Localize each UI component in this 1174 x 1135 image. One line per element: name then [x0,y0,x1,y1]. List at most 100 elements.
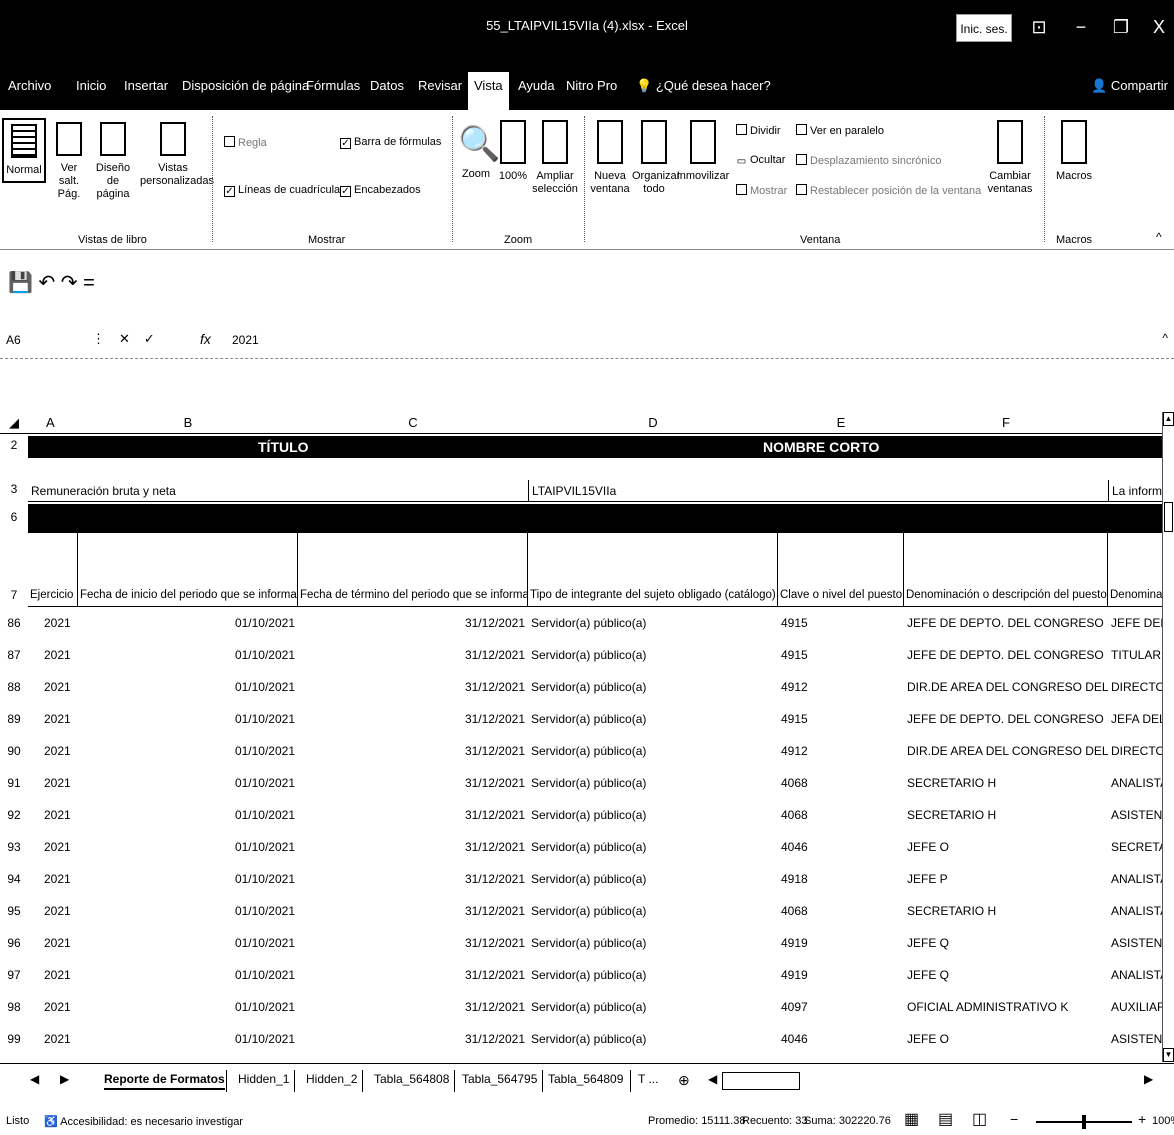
cell-denominacion-cargo[interactable]: ASISTENT [1108,936,1162,950]
cell-clave-nivel[interactable]: 4919 [778,968,904,982]
page-break-status-icon[interactable]: ◫ [972,1109,987,1129]
cell-tipo-integrante[interactable]: Servidor(a) público(a) [528,808,778,822]
header-fecha-inicio[interactable]: Fecha de inicio del periodo que se infor… [78,532,298,606]
cell-denominacion-puesto[interactable]: SECRETARIO H [904,808,1108,822]
minimize-button[interactable]: − [1066,12,1096,42]
next-sheet-icon[interactable]: ▶ [60,1072,69,1086]
cell-fecha-inicio[interactable]: 01/10/2021 [78,936,298,950]
cell-fecha-inicio[interactable]: 01/10/2021 [78,808,298,822]
cell-ejercicio[interactable]: 2021 [28,712,78,726]
cell-fecha-termino[interactable]: 31/12/2021 [298,616,528,630]
enter-icon[interactable]: ✓ [144,331,169,346]
cell-denominacion-cargo[interactable]: ANALISTA [1108,776,1162,790]
cell-tipo-integrante[interactable]: Servidor(a) público(a) [528,840,778,854]
formula-bar-checkbox[interactable]: ✓ Barra de fórmulas [340,136,441,149]
zoom-100-button[interactable]: 100% [496,120,530,183]
formula-input[interactable]: 2021 [232,333,259,347]
cell-denominacion-cargo[interactable]: DIRECTOR [1108,744,1162,758]
restore-button[interactable]: ❐ [1106,12,1136,42]
cell-denominacion-cargo[interactable]: ASISTENT [1108,808,1162,822]
cell-clave-nivel[interactable]: 4912 [778,744,904,758]
cell-fecha-termino[interactable]: 31/12/2021 [298,904,528,918]
column-header-e[interactable]: E [778,412,904,434]
hide-button[interactable]: ▭ Ocultar [736,154,786,168]
tab-datos[interactable]: Datos [370,78,404,93]
cell-tipo-integrante[interactable]: Servidor(a) público(a) [528,680,778,694]
cell-g3[interactable]: La informa [1108,480,1162,502]
cell-ejercicio[interactable]: 2021 [28,904,78,918]
close-button[interactable]: X [1144,12,1174,42]
cell-ejercicio[interactable]: 2021 [28,1032,78,1046]
tab-inicio[interactable]: Inicio [76,78,106,93]
zoom-slider-thumb[interactable] [1082,1115,1086,1129]
cell-clave-nivel[interactable]: 4915 [778,648,904,662]
cell-tipo-integrante[interactable]: Servidor(a) público(a) [528,936,778,950]
cell-denominacion-puesto[interactable]: JEFE DE DEPTO. DEL CONGRESO DEL ED [904,712,1108,726]
cell-tipo-integrante[interactable]: Servidor(a) público(a) [528,776,778,790]
row-header[interactable]: 93 [0,840,28,854]
freeze-panes-button[interactable]: Inmovilizar [676,120,730,183]
cell-ejercicio[interactable]: 2021 [28,872,78,886]
sheet-tab-tabla-564808[interactable]: Tabla_564808 [374,1072,449,1086]
column-header-f[interactable]: F [904,412,1108,434]
cell-denominacion-puesto[interactable]: JEFE DE DEPTO. DEL CONGRESO DEL ED [904,648,1108,662]
worksheet-grid[interactable]: ◢ A B C D E F 2 TÍTULO NOMBRE CORTO 3 Re… [0,412,1162,1062]
sheet-tab-reporte[interactable]: Reporte de Formatos [104,1072,225,1090]
cell-fecha-termino[interactable]: 31/12/2021 [298,1032,528,1046]
zoom-in-icon[interactable]: + [1138,1111,1146,1127]
expand-formula-bar-icon[interactable]: ^ [1162,331,1168,345]
cell-denominacion-puesto[interactable]: SECRETARIO H [904,904,1108,918]
hscroll-left-icon[interactable]: ◀ [708,1072,717,1086]
unhide-button[interactable]: Mostrar [736,184,787,197]
ribbon-display-options-icon[interactable]: ⊡ [1024,12,1054,42]
scroll-thumb[interactable] [1164,502,1173,532]
prev-sheet-icon[interactable]: ◀ [30,1072,39,1086]
cell-ejercicio[interactable]: 2021 [28,744,78,758]
cell-fecha-termino[interactable]: 31/12/2021 [298,712,528,726]
header-clave-nivel[interactable]: Clave o nivel del puesto [778,532,904,606]
page-layout-status-icon[interactable]: ▤ [938,1109,953,1129]
sync-scroll-button[interactable]: Desplazamiento sincrónico [796,154,941,167]
row-header[interactable]: 95 [0,904,28,918]
row-header[interactable]: 94 [0,872,28,886]
cell-fecha-termino[interactable]: 31/12/2021 [298,808,528,822]
cell-tipo-integrante[interactable]: Servidor(a) público(a) [528,616,778,630]
tab-ayuda[interactable]: Ayuda [518,78,555,93]
tab-disposicion[interactable]: Disposición de página [182,78,309,93]
zoom-button[interactable]: 🔍 Zoom [458,120,500,181]
row-header[interactable]: 98 [0,1000,28,1014]
cell-fecha-inicio[interactable]: 01/10/2021 [78,904,298,918]
redo-icon[interactable]: ↷ [61,272,78,294]
page-break-view-button[interactable]: Ver salt. Pág. [50,122,88,201]
cell-clave-nivel[interactable]: 4915 [778,712,904,726]
cell-tipo-integrante[interactable]: Servidor(a) público(a) [528,904,778,918]
cell-fecha-inicio[interactable]: 01/10/2021 [78,616,298,630]
tab-insertar[interactable]: Insertar [124,78,168,93]
cell-fecha-termino[interactable]: 31/12/2021 [298,872,528,886]
cell-ejercicio[interactable]: 2021 [28,776,78,790]
header-denominacion-cargo[interactable]: Denomina [1108,532,1162,606]
sheet-tab-hidden-2[interactable]: Hidden_2 [306,1072,357,1086]
zoom-out-icon[interactable]: − [1010,1111,1018,1127]
split-checkbox[interactable]: Dividir [736,124,781,137]
cell-fecha-inicio[interactable]: 01/10/2021 [78,1000,298,1014]
cell-tipo-integrante[interactable]: Servidor(a) público(a) [528,744,778,758]
sheet-tab-tabla-564795[interactable]: Tabla_564795 [462,1072,537,1086]
row-header[interactable]: 88 [0,680,28,694]
cell-tipo-integrante[interactable]: Servidor(a) público(a) [528,1000,778,1014]
header-tipo-integrante[interactable]: Tipo de integrante del sujeto obligado (… [528,532,778,606]
cell-denominacion-cargo[interactable]: JEFA DEL [1108,712,1162,726]
row-header[interactable]: 86 [0,616,28,630]
gridlines-checkbox[interactable]: ✓ Líneas de cuadrícula [224,184,340,197]
sheet-tab-more[interactable]: T ... [638,1072,658,1086]
cell-denominacion-puesto[interactable]: JEFE O [904,840,1108,854]
tell-me-search[interactable]: 💡 ¿Qué desea hacer? [636,78,771,94]
add-sheet-icon[interactable]: ⊕ [678,1072,690,1089]
cell-tipo-integrante[interactable]: Servidor(a) público(a) [528,968,778,982]
cell-denominacion-puesto[interactable]: SECRETARIO H [904,776,1108,790]
cell-tipo-integrante[interactable]: Servidor(a) público(a) [528,1032,778,1046]
cell-tipo-integrante[interactable]: Servidor(a) público(a) [528,872,778,886]
tab-formulas[interactable]: Fórmulas [306,78,360,93]
cell-denominacion-cargo[interactable]: ASISTENT [1108,1032,1162,1046]
tab-nitro-pro[interactable]: Nitro Pro [566,78,617,93]
